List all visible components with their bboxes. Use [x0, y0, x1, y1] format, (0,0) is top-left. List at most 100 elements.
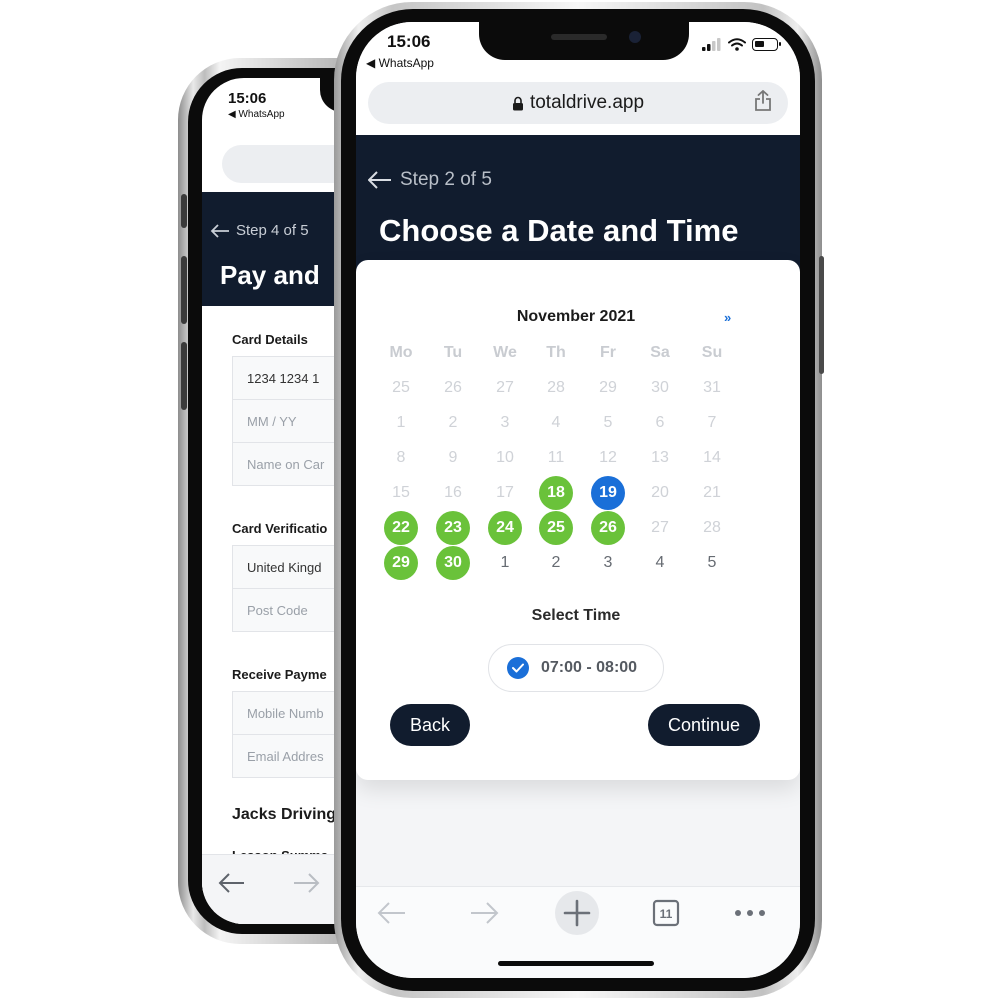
page-title: Choose a Date and Time [379, 213, 739, 248]
front-phone-frame: 15:06 ◀ WhatsApp totaldrive.app Step 2 o… [334, 2, 824, 998]
calendar-day: 21 [703, 484, 721, 501]
card-details-label: Card Details [232, 332, 308, 347]
calendar-day: 29 [599, 379, 617, 396]
calendar-day-available[interactable]: 25 [539, 511, 573, 545]
calendar-day: 10 [496, 449, 514, 466]
calendar-day-available[interactable]: 22 [384, 511, 418, 545]
front-camera [629, 31, 641, 43]
calendar-day-available[interactable]: 18 [539, 476, 573, 510]
arrow-left-icon [368, 171, 391, 189]
plus-icon [563, 899, 591, 927]
calendar-day: 27 [496, 379, 514, 396]
back-mute-switch [181, 194, 187, 228]
new-tab-button[interactable] [555, 891, 599, 935]
calendar-day-available[interactable]: 24 [488, 511, 522, 545]
calendar-day: 2 [551, 554, 561, 571]
calendar-day-selected[interactable]: 19 [591, 476, 625, 510]
calendar-day: 2 [448, 414, 458, 431]
card-verification-label: Card Verificatio [232, 521, 328, 536]
calendar-day: 16 [444, 484, 462, 501]
receive-payment-label: Receive Payme [232, 667, 327, 682]
time-slot-text: 07:00 - 08:00 [541, 659, 638, 676]
calendar-day: 30 [651, 379, 669, 396]
tabs-icon: 11 [652, 899, 680, 927]
lock-icon [512, 96, 523, 110]
back-page-title: Pay and [220, 260, 320, 290]
status-back-app[interactable]: ◀ WhatsApp [366, 56, 434, 70]
wifi-icon [728, 38, 746, 51]
status-time: 15:06 [387, 32, 431, 51]
weekday-header: Fr [600, 344, 616, 361]
calendar-day: 11 [547, 449, 565, 466]
calendar-day-available[interactable]: 26 [591, 511, 625, 545]
forward-arrow-icon [471, 902, 499, 924]
calendar-day: 3 [603, 554, 613, 571]
back-arrow-icon[interactable] [218, 871, 246, 895]
back-status-back-app[interactable]: ◀ WhatsApp [228, 109, 285, 120]
next-month-button[interactable]: » [724, 310, 731, 325]
weekday-header: We [493, 344, 517, 361]
back-step-link[interactable]: Step 4 of 5 [210, 222, 309, 239]
booking-card: November 2021 » Mo Tu We Th Fr Sa Su 25 26 27 28 29… [356, 260, 800, 780]
calendar-day: 28 [703, 519, 721, 536]
browser-toolbar: 11 [356, 886, 800, 978]
time-slot-option[interactable]: 07:00 - 08:00 [488, 644, 664, 692]
back-volume-up-button [181, 256, 187, 324]
speaker-grille [551, 34, 607, 40]
calendar-day: 15 [392, 484, 410, 501]
tab-count: 11 [660, 907, 673, 921]
back-button[interactable]: Back [390, 704, 470, 746]
back-nav-button[interactable] [370, 891, 414, 935]
calendar-day: 4 [655, 554, 665, 571]
back-status-bar: 15:06 ◀ WhatsApp [228, 90, 285, 120]
tabs-button[interactable]: 11 [644, 891, 688, 935]
weekday-header: Sa [650, 344, 670, 361]
calendar-day: 27 [651, 519, 669, 536]
more-dots-icon [735, 910, 765, 916]
step-back-link[interactable]: Step 2 of 5 [368, 169, 492, 191]
calendar-day: 5 [707, 554, 717, 571]
calendar-day: 31 [703, 379, 721, 396]
select-time-label: Select Time [531, 607, 621, 624]
continue-button[interactable]: Continue [648, 704, 760, 746]
calendar-day: 28 [547, 379, 565, 396]
calendar-day: 26 [444, 379, 462, 396]
url-text: totaldrive.app [529, 92, 645, 113]
calendar-day: 4 [551, 414, 561, 431]
calendar-day-available[interactable]: 30 [436, 546, 470, 580]
calendar-day: 3 [500, 414, 510, 431]
calendar-day: 6 [655, 414, 665, 431]
calendar-day: 1 [396, 414, 406, 431]
calendar-day: 9 [448, 449, 458, 466]
step-text: Step 2 of 5 [400, 169, 492, 190]
calendar-day: 20 [651, 484, 669, 501]
calendar-day-available[interactable]: 23 [436, 511, 470, 545]
back-arrow-icon [377, 902, 405, 924]
status-indicators [702, 38, 781, 51]
calendar-day: 13 [651, 449, 669, 466]
browser-address-area: totaldrive.app [356, 82, 800, 136]
calendar-day-available[interactable]: 29 [384, 546, 418, 580]
arrow-left-icon [210, 223, 229, 238]
weekday-header: Th [546, 344, 566, 361]
back-status-time: 15:06 [228, 90, 267, 107]
calendar-day: 12 [599, 449, 617, 466]
back-step-text: Step 4 of 5 [236, 222, 309, 239]
cellular-signal-icon [702, 38, 721, 51]
checkmark-icon [507, 657, 529, 679]
calendar-day: 7 [707, 414, 717, 431]
power-button [819, 256, 824, 374]
forward-nav-button[interactable] [462, 891, 506, 935]
share-icon[interactable] [754, 90, 772, 112]
more-menu-button[interactable] [728, 891, 772, 935]
business-title: Jacks Driving [232, 806, 337, 823]
home-indicator [498, 961, 654, 966]
calendar-day: 17 [496, 484, 514, 501]
back-volume-down-button [181, 342, 187, 410]
weekday-header: Mo [389, 344, 413, 361]
calendar-day: 14 [703, 449, 721, 466]
address-bar[interactable]: totaldrive.app [368, 82, 788, 124]
calendar-day: 5 [603, 414, 613, 431]
page-header: Step 2 of 5 Choose a Date and Time [356, 135, 800, 275]
forward-arrow-icon[interactable] [292, 871, 320, 895]
